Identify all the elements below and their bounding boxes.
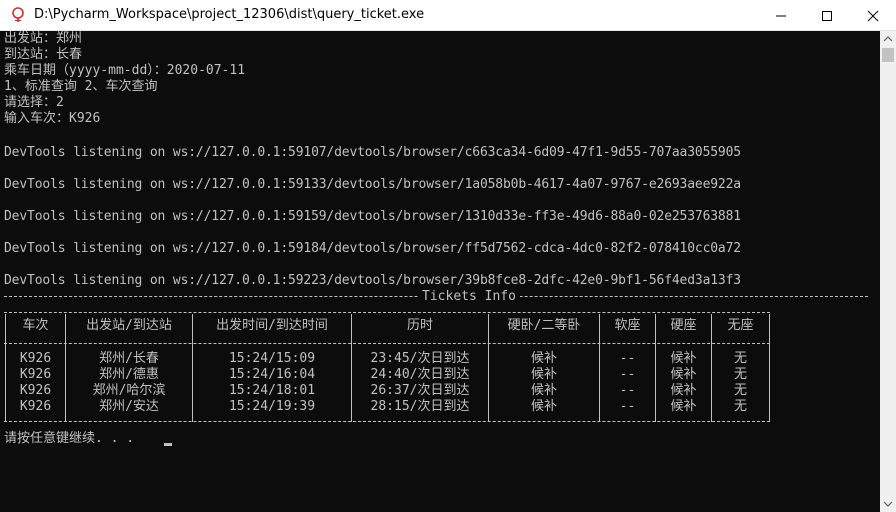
column-header-hard-seat: 硬座 [670,318,697,333]
cell-hard-seat: 候补 [670,399,697,414]
minimize-icon [776,15,786,17]
cell-train: K926 [19,383,52,398]
text-cursor [164,443,172,446]
cell-no-seat: 无 [733,383,747,398]
cell-stations: 郑州/德惠 [99,367,159,382]
cell-train: K926 [19,399,52,414]
cell-train: K926 [19,367,52,382]
column-header-soft-seat: 软座 [614,318,641,333]
scroll-up-icon [883,36,893,42]
console-window: D:\Pycharm_Workspace\project_12306\dist\… [0,0,896,512]
prompt-line-train: 输入车次：K926 [4,111,101,126]
title-bar[interactable]: D:\Pycharm_Workspace\project_12306\dist\… [0,0,896,31]
scrollbar-thumb[interactable] [882,48,894,62]
devtools-line: DevTools listening on ws://127.0.0.1:592… [4,273,741,288]
prompt-line-date: 乘车日期（yyyy-mm-dd）：2020-07-11 [4,63,246,78]
scroll-up-button[interactable] [880,31,896,47]
prompt-line-departure: 出发站：郑州 [4,31,83,46]
close-button[interactable] [850,0,896,31]
scroll-down-button[interactable] [880,496,896,512]
devtools-line: DevTools listening on ws://127.0.0.1:591… [4,145,741,160]
column-divider [769,314,770,422]
cell-train: K926 [19,351,52,366]
prompt-line-options: 1、标准查询 2、车次查询 [4,79,158,94]
cell-duration: 26:37/次日到达 [370,383,470,398]
cell-times: 15:24/18:01 [228,383,316,398]
cell-sleeper: 候补 [530,399,557,414]
cell-soft-seat: -- [619,367,636,382]
minimize-button[interactable] [758,0,804,31]
cell-times: 15:24/16:04 [228,367,316,382]
column-header-sleeper: 硬卧/二等卧 [507,318,581,333]
devtools-line: DevTools listening on ws://127.0.0.1:591… [4,241,741,256]
maximize-button[interactable] [804,0,850,31]
console-output[interactable]: 出发站：郑州 到达站：长春 乘车日期（yyyy-mm-dd）：2020-07-1… [0,31,880,512]
cell-duration: 24:40/次日到达 [370,367,470,382]
cell-sleeper: 候补 [530,383,557,398]
vertical-scrollbar[interactable] [880,31,896,512]
prompt-line-arrival: 到达站：长春 [4,47,83,62]
devtools-line: DevTools listening on ws://127.0.0.1:591… [4,177,741,192]
cell-soft-seat: -- [619,383,636,398]
close-icon [867,10,879,22]
column-header-train: 车次 [22,318,49,333]
cell-soft-seat: -- [619,351,636,366]
column-header-times: 出发时间/到达时间 [216,318,328,333]
devtools-line: DevTools listening on ws://127.0.0.1:591… [4,209,741,224]
python-exe-icon [12,7,24,22]
prompt-line-choice: 请选择：2 [4,95,64,110]
scroll-down-icon [883,501,893,507]
table-border-header-top [4,312,770,313]
cell-hard-seat: 候补 [670,383,697,398]
cell-times: 15:24/15:09 [228,351,316,366]
cell-sleeper: 候补 [530,351,557,366]
cell-stations: 郑州/哈尔滨 [92,383,166,398]
cell-duration: 28:15/次日到达 [370,399,470,414]
column-header-stations: 出发站/到达站 [86,318,172,333]
cell-duration: 23:45/次日到达 [370,351,470,366]
column-header-duration: 历时 [406,318,433,333]
cell-hard-seat: 候补 [670,351,697,366]
cell-soft-seat: -- [619,399,636,414]
cell-stations: 郑州/安达 [99,399,159,414]
window-title: D:\Pycharm_Workspace\project_12306\dist\… [34,7,425,22]
cell-no-seat: 无 [733,367,747,382]
cell-no-seat: 无 [733,351,747,366]
column-header-no-seat: 无座 [727,318,754,333]
cell-hard-seat: 候补 [670,367,697,382]
maximize-icon [822,11,832,21]
cell-stations: 郑州/长春 [99,351,159,366]
table-title: Tickets Info [418,289,520,305]
cell-no-seat: 无 [733,399,747,414]
cell-sleeper: 候补 [530,367,557,382]
cell-times: 15:24/19:39 [228,399,316,414]
continue-prompt: 请按任意键继续. . . [4,431,135,446]
